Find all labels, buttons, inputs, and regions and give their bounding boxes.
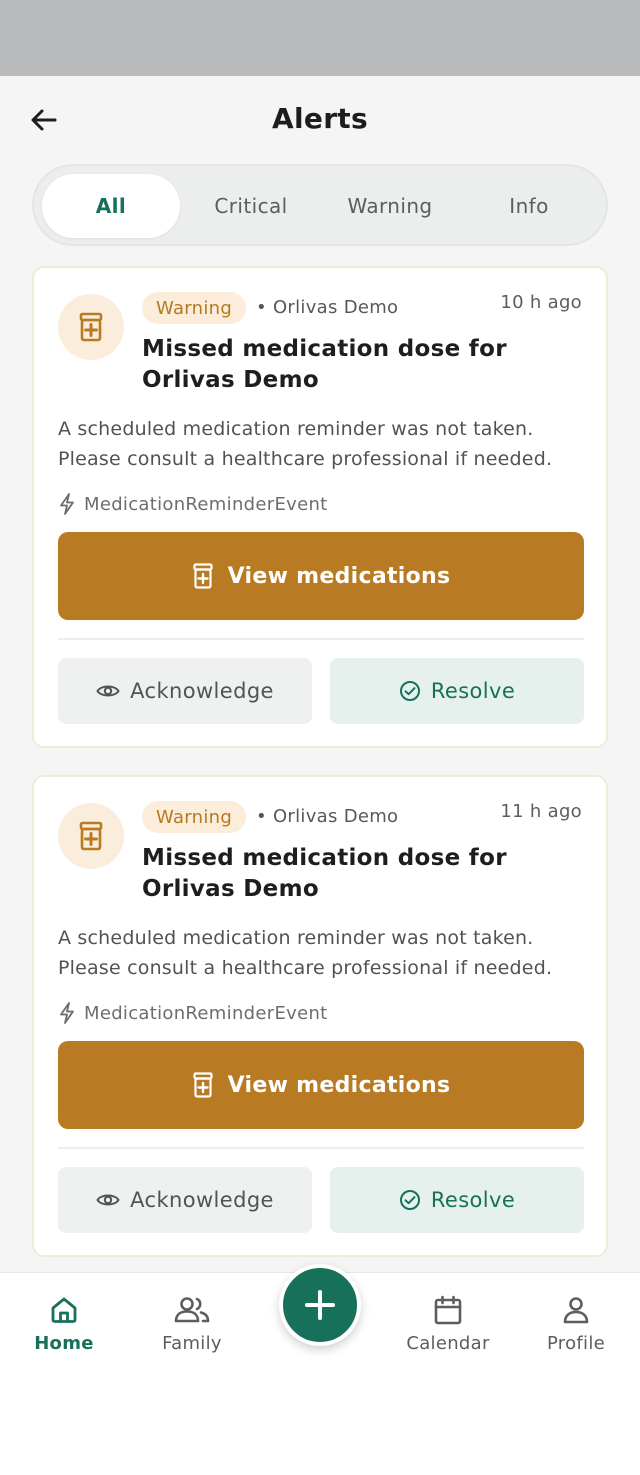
alert-description: A scheduled medication reminder was not … [58,418,553,470]
view-medications-button[interactable]: View medications [58,1041,584,1129]
acknowledge-label: Acknowledge [130,679,274,703]
nav-calendar[interactable]: Calendar [393,1295,503,1354]
alert-time: 10 h ago [500,292,582,313]
add-button[interactable] [279,1264,361,1346]
severity-badge: Warning [142,801,247,833]
acknowledge-button[interactable]: Acknowledge [58,658,312,724]
view-medications-label: View medications [227,563,451,589]
nav-home-label: Home [34,1333,94,1354]
nav-profile-label: Profile [546,1333,606,1354]
profile-icon [563,1297,589,1324]
divider [58,638,584,640]
tab-critical[interactable]: Critical [182,174,320,238]
filter-tabs: All Critical Warning Info [32,164,608,246]
alert-card: Warning • Orlivas Demo 10 h ago Missed m… [32,266,608,748]
eye-icon [96,685,120,697]
severity-badge: Warning [142,292,247,324]
nav-profile[interactable]: Profile [521,1295,631,1354]
home-icon [51,1297,77,1323]
event-label: MedicationReminderEvent [84,1002,328,1024]
alert-description: A scheduled medication reminder was not … [58,927,553,979]
page-title: Alerts [272,102,368,135]
event-label: MedicationReminderEvent [84,493,328,515]
nav-family-label: Family [162,1333,222,1354]
alert-card: Warning • Orlivas Demo 11 h ago Missed m… [32,775,608,1257]
alert-time: 11 h ago [500,801,582,822]
alert-title: Missed medication dose for Orlivas Demo [142,845,507,902]
medication-icon [58,803,124,869]
tab-warning[interactable]: Warning [321,174,459,238]
nav-calendar-label: Calendar [406,1333,490,1354]
view-medications-button[interactable]: View medications [58,532,584,620]
lightning-icon [60,493,74,515]
lightning-icon [60,1002,74,1024]
header: Alerts [0,76,640,164]
tab-all[interactable]: All [42,174,180,238]
tab-info[interactable]: Info [460,174,598,238]
nav-home[interactable]: Home [9,1295,119,1354]
alert-subject: • Orlivas Demo [256,806,399,827]
alert-title: Missed medication dose for Orlivas Demo [142,336,507,393]
resolve-button[interactable]: Resolve [330,1167,584,1233]
resolve-button[interactable]: Resolve [330,658,584,724]
view-medications-label: View medications [227,1072,451,1098]
check-circle-icon [399,1190,420,1210]
alert-subject: • Orlivas Demo [256,297,399,318]
acknowledge-button[interactable]: Acknowledge [58,1167,312,1233]
alert-event: MedicationReminderEvent [58,999,328,1027]
calendar-icon [434,1295,462,1325]
medication-icon [192,1072,213,1098]
medication-icon [58,294,124,360]
status-bar [0,0,640,76]
alert-event: MedicationReminderEvent [58,490,328,518]
resolve-label: Resolve [430,1188,516,1212]
family-icon [174,1297,210,1323]
eye-icon [96,1194,120,1206]
nav-family[interactable]: Family [137,1295,247,1354]
plus-icon [305,1290,335,1320]
check-circle-icon [399,681,420,701]
divider [58,1147,584,1149]
acknowledge-label: Acknowledge [130,1188,274,1212]
medication-icon [192,563,213,589]
resolve-label: Resolve [430,679,516,703]
